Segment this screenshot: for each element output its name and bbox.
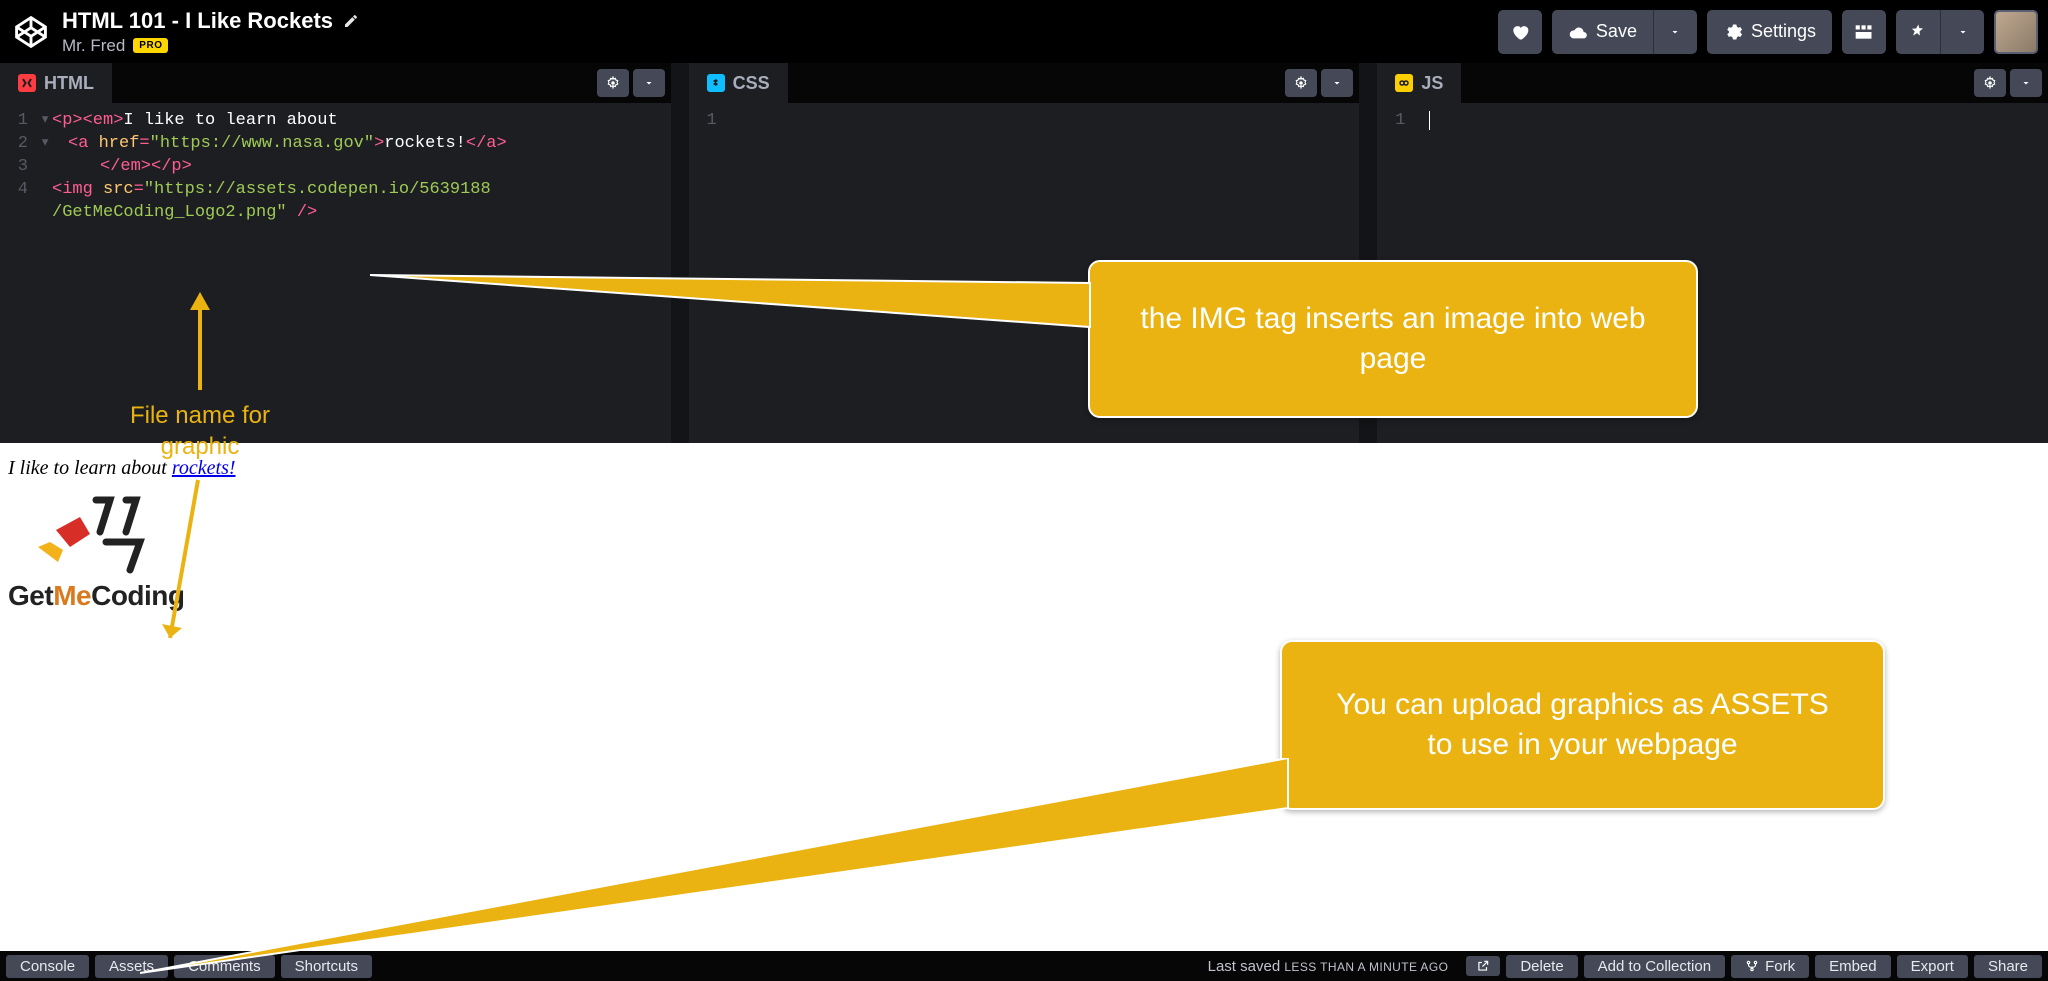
pin-dropdown[interactable] <box>1940 10 1984 54</box>
pro-badge: PRO <box>133 38 168 53</box>
header: HTML 101 - I Like Rockets Mr. Fred PRO S… <box>0 0 2048 63</box>
css-editor[interactable]: 1 <box>689 103 1360 443</box>
save-label: Save <box>1596 21 1637 42</box>
preview-image: GetMeCoding <box>8 492 186 612</box>
author-name[interactable]: Mr. Fred <box>62 36 125 56</box>
js-settings[interactable] <box>1974 69 2006 97</box>
html-dropdown[interactable] <box>633 69 665 97</box>
delete-button[interactable]: Delete <box>1506 955 1577 978</box>
gear-icon <box>1294 76 1308 90</box>
avatar[interactable] <box>1994 10 2038 54</box>
comments-button[interactable]: Comments <box>174 955 275 978</box>
fork-icon <box>1745 959 1759 973</box>
css-label: CSS <box>733 73 770 94</box>
save-button[interactable]: Save <box>1552 10 1653 54</box>
footer: Console Assets Comments Shortcuts Last s… <box>0 951 2048 981</box>
add-collection-button[interactable]: Add to Collection <box>1584 955 1725 978</box>
preview-text: I like to learn about <box>8 457 172 479</box>
html-label: HTML <box>44 73 94 94</box>
pin-icon <box>1909 23 1927 41</box>
js-editor[interactable]: 1 <box>1377 103 2048 443</box>
export-button[interactable]: Export <box>1897 955 1968 978</box>
js-dropdown[interactable] <box>2010 69 2042 97</box>
js-pane: JS 1 <box>1377 63 2048 443</box>
chevron-down-icon <box>1331 77 1343 89</box>
codepen-logo[interactable] <box>10 11 52 53</box>
layout-button[interactable] <box>1842 10 1886 54</box>
fork-button[interactable]: Fork <box>1731 955 1809 978</box>
share-button[interactable]: Share <box>1974 955 2042 978</box>
css-icon <box>707 74 725 92</box>
console-button[interactable]: Console <box>6 955 89 978</box>
chevron-down-icon <box>1957 26 1969 38</box>
css-dropdown[interactable] <box>1321 69 1353 97</box>
last-saved: Last saved LESS THAN A MINUTE AGO <box>1208 958 1449 975</box>
pen-title[interactable]: HTML 101 - I Like Rockets <box>62 8 333 34</box>
js-icon <box>1395 74 1413 92</box>
gear-icon <box>606 76 620 90</box>
shortcuts-button[interactable]: Shortcuts <box>281 955 372 978</box>
chevron-down-icon <box>643 77 655 89</box>
css-pane: CSS 1 <box>689 63 1360 443</box>
gear-icon <box>1723 22 1743 42</box>
save-dropdown[interactable] <box>1653 10 1697 54</box>
chevron-down-icon <box>2020 77 2032 89</box>
pin-button[interactable] <box>1896 10 1940 54</box>
html-editor[interactable]: 1▾<p><em>I like to learn about 2▾<a href… <box>0 103 671 443</box>
html-settings[interactable] <box>597 69 629 97</box>
editors-row: HTML 1▾<p><em>I like to learn about 2▾<a… <box>0 63 2048 443</box>
html-icon <box>18 74 36 92</box>
edit-icon[interactable] <box>343 13 359 29</box>
settings-label: Settings <box>1751 21 1816 42</box>
cloud-icon <box>1568 24 1588 40</box>
html-pane: HTML 1▾<p><em>I like to learn about 2▾<a… <box>0 63 671 443</box>
gear-icon <box>1983 76 1997 90</box>
js-label: JS <box>1421 73 1443 94</box>
heart-icon <box>1510 22 1530 42</box>
preview-link[interactable]: rockets! <box>172 457 236 479</box>
assets-button[interactable]: Assets <box>95 955 168 978</box>
heart-button[interactable] <box>1498 10 1542 54</box>
embed-button[interactable]: Embed <box>1815 955 1891 978</box>
preview-pane: I like to learn about rockets! GetMeCodi… <box>0 443 2048 951</box>
popout-button[interactable] <box>1466 956 1500 976</box>
settings-button[interactable]: Settings <box>1707 10 1832 54</box>
chevron-down-icon <box>1669 26 1681 38</box>
layout-icon <box>1854 23 1874 41</box>
popout-icon <box>1476 959 1490 973</box>
css-settings[interactable] <box>1285 69 1317 97</box>
